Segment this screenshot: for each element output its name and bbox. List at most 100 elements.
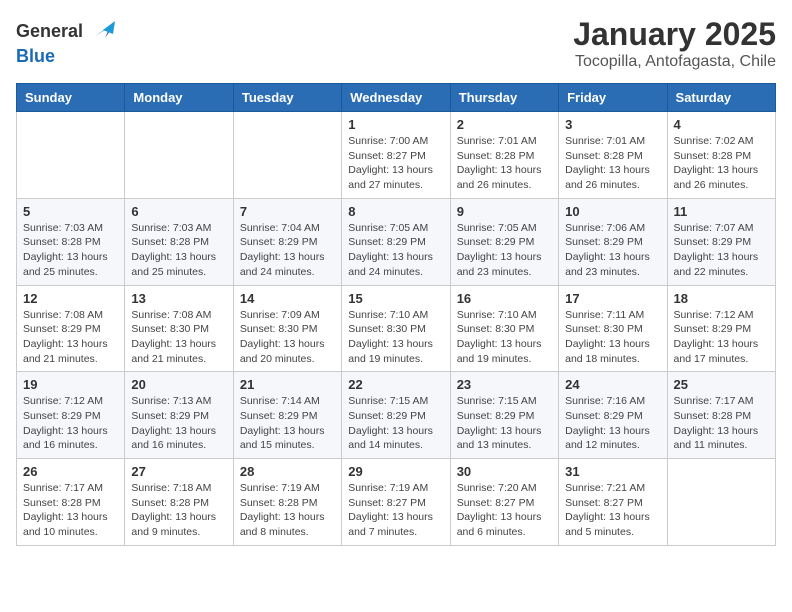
calendar-cell: 11 Sunrise: 7:07 AMSunset: 8:29 PMDayligh… [667, 198, 775, 285]
day-number: 15 [348, 291, 443, 306]
calendar-cell: 25 Sunrise: 7:17 AMSunset: 8:28 PMDayligh… [667, 372, 775, 459]
logo-bird-icon [85, 16, 115, 46]
calendar-cell: 12 Sunrise: 7:08 AMSunset: 8:29 PMDayligh… [17, 285, 125, 372]
day-info: Sunrise: 7:08 AMSunset: 8:29 PMDaylight:… [23, 308, 118, 367]
calendar-day-header: Tuesday [233, 84, 341, 112]
day-number: 23 [457, 377, 552, 392]
calendar-cell [233, 112, 341, 199]
calendar-cell: 24Sunrise: 7:16 AMSunset: 8:29 PMDayligh… [559, 372, 667, 459]
calendar-cell: 29Sunrise: 7:19 AMSunset: 8:27 PMDayligh… [342, 459, 450, 546]
day-number: 19 [23, 377, 118, 392]
day-number: 12 [23, 291, 118, 306]
day-info: Sunrise: 7:21 AMSunset: 8:27 PMDaylight:… [565, 481, 660, 540]
calendar-cell: 30 Sunrise: 7:20 AMSunset: 8:27 PMDayligh… [450, 459, 558, 546]
calendar-cell: 10 Sunrise: 7:06 AMSunset: 8:29 PMDayligh… [559, 198, 667, 285]
day-info: Sunrise: 7:06 AMSunset: 8:29 PMDaylight:… [565, 221, 660, 280]
calendar-cell: 31 Sunrise: 7:21 AMSunset: 8:27 PMDayligh… [559, 459, 667, 546]
day-info: Sunrise: 7:10 AMSunset: 8:30 PMDaylight:… [348, 308, 443, 367]
day-info: Sunrise: 7:16 AMSunset: 8:29 PMDaylight:… [565, 394, 660, 453]
logo: General Blue [16, 16, 115, 67]
calendar-day-header: Saturday [667, 84, 775, 112]
day-info: Sunrise: 7:14 AMSunset: 8:29 PMDaylight:… [240, 394, 335, 453]
day-number: 26 [23, 464, 118, 479]
day-info: Sunrise: 7:05 AMSunset: 8:29 PMDaylight:… [348, 221, 443, 280]
day-number: 11 [674, 204, 769, 219]
day-number: 10 [565, 204, 660, 219]
calendar-cell: 19 Sunrise: 7:12 AMSunset: 8:29 PMDayligh… [17, 372, 125, 459]
day-number: 2 [457, 117, 552, 132]
calendar-cell: 22 Sunrise: 7:15 AMSunset: 8:29 PMDayligh… [342, 372, 450, 459]
day-info: Sunrise: 7:03 AMSunset: 8:28 PMDaylight:… [23, 221, 118, 280]
day-info: Sunrise: 7:17 AMSunset: 8:28 PMDaylight:… [23, 481, 118, 540]
calendar-cell: 8 Sunrise: 7:05 AMSunset: 8:29 PMDaylight… [342, 198, 450, 285]
day-number: 3 [565, 117, 660, 132]
day-info: Sunrise: 7:15 AMSunset: 8:29 PMDaylight:… [348, 394, 443, 453]
calendar-cell: 4 Sunrise: 7:02 AMSunset: 8:28 PMDaylight… [667, 112, 775, 199]
day-number: 7 [240, 204, 335, 219]
page-header: General Blue January 2025 Tocopilla, Ant… [16, 16, 776, 71]
day-number: 6 [131, 204, 226, 219]
day-info: Sunrise: 7:01 AMSunset: 8:28 PMDaylight:… [457, 134, 552, 193]
day-info: Sunrise: 7:18 AMSunset: 8:28 PMDaylight:… [131, 481, 226, 540]
calendar-cell [125, 112, 233, 199]
day-number: 25 [674, 377, 769, 392]
logo-blue-text: Blue [16, 46, 55, 67]
calendar-week-row: 19 Sunrise: 7:12 AMSunset: 8:29 PMDayligh… [17, 372, 776, 459]
day-info: Sunrise: 7:05 AMSunset: 8:29 PMDaylight:… [457, 221, 552, 280]
day-info: Sunrise: 7:04 AMSunset: 8:29 PMDaylight:… [240, 221, 335, 280]
day-info: Sunrise: 7:12 AMSunset: 8:29 PMDaylight:… [674, 308, 769, 367]
calendar-week-row: 5 Sunrise: 7:03 AMSunset: 8:28 PMDaylight… [17, 198, 776, 285]
calendar-cell: 2 Sunrise: 7:01 AMSunset: 8:28 PMDaylight… [450, 112, 558, 199]
calendar-cell: 6 Sunrise: 7:03 AMSunset: 8:28 PMDaylight… [125, 198, 233, 285]
day-info: Sunrise: 7:20 AMSunset: 8:27 PMDaylight:… [457, 481, 552, 540]
day-info: Sunrise: 7:02 AMSunset: 8:28 PMDaylight:… [674, 134, 769, 193]
day-number: 13 [131, 291, 226, 306]
calendar-cell: 20 Sunrise: 7:13 AMSunset: 8:29 PMDayligh… [125, 372, 233, 459]
day-info: Sunrise: 7:17 AMSunset: 8:28 PMDaylight:… [674, 394, 769, 453]
calendar-cell: 3 Sunrise: 7:01 AMSunset: 8:28 PMDaylight… [559, 112, 667, 199]
day-number: 20 [131, 377, 226, 392]
calendar-cell: 23Sunrise: 7:15 AMSunset: 8:29 PMDayligh… [450, 372, 558, 459]
day-info: Sunrise: 7:01 AMSunset: 8:28 PMDaylight:… [565, 134, 660, 193]
title-block: January 2025 Tocopilla, Antofagasta, Chi… [573, 16, 776, 71]
day-info: Sunrise: 7:12 AMSunset: 8:29 PMDaylight:… [23, 394, 118, 453]
calendar-cell: 14 Sunrise: 7:09 AMSunset: 8:30 PMDayligh… [233, 285, 341, 372]
day-info: Sunrise: 7:19 AMSunset: 8:28 PMDaylight:… [240, 481, 335, 540]
day-info: Sunrise: 7:09 AMSunset: 8:30 PMDaylight:… [240, 308, 335, 367]
calendar-cell: 21 Sunrise: 7:14 AMSunset: 8:29 PMDayligh… [233, 372, 341, 459]
calendar-cell: 13 Sunrise: 7:08 AMSunset: 8:30 PMDayligh… [125, 285, 233, 372]
day-info: Sunrise: 7:03 AMSunset: 8:28 PMDaylight:… [131, 221, 226, 280]
calendar-cell: 27 Sunrise: 7:18 AMSunset: 8:28 PMDayligh… [125, 459, 233, 546]
calendar-cell: 16Sunrise: 7:10 AMSunset: 8:30 PMDayligh… [450, 285, 558, 372]
day-number: 18 [674, 291, 769, 306]
day-number: 27 [131, 464, 226, 479]
calendar-cell: 15 Sunrise: 7:10 AMSunset: 8:30 PMDayligh… [342, 285, 450, 372]
day-number: 5 [23, 204, 118, 219]
day-number: 22 [348, 377, 443, 392]
calendar-table: SundayMondayTuesdayWednesdayThursdayFrid… [16, 83, 776, 546]
day-number: 16 [457, 291, 552, 306]
calendar-cell [667, 459, 775, 546]
calendar-header-row: SundayMondayTuesdayWednesdayThursdayFrid… [17, 84, 776, 112]
day-info: Sunrise: 7:11 AMSunset: 8:30 PMDaylight:… [565, 308, 660, 367]
day-info: Sunrise: 7:19 AMSunset: 8:27 PMDaylight:… [348, 481, 443, 540]
day-number: 14 [240, 291, 335, 306]
day-number: 17 [565, 291, 660, 306]
calendar-cell: 17 Sunrise: 7:11 AMSunset: 8:30 PMDayligh… [559, 285, 667, 372]
day-number: 4 [674, 117, 769, 132]
day-info: Sunrise: 7:07 AMSunset: 8:29 PMDaylight:… [674, 221, 769, 280]
day-info: Sunrise: 7:13 AMSunset: 8:29 PMDaylight:… [131, 394, 226, 453]
day-number: 28 [240, 464, 335, 479]
calendar-day-header: Sunday [17, 84, 125, 112]
calendar-week-row: 12 Sunrise: 7:08 AMSunset: 8:29 PMDayligh… [17, 285, 776, 372]
day-info: Sunrise: 7:08 AMSunset: 8:30 PMDaylight:… [131, 308, 226, 367]
calendar-day-header: Thursday [450, 84, 558, 112]
calendar-day-header: Monday [125, 84, 233, 112]
day-number: 1 [348, 117, 443, 132]
day-number: 21 [240, 377, 335, 392]
calendar-week-row: 26 Sunrise: 7:17 AMSunset: 8:28 PMDayligh… [17, 459, 776, 546]
day-number: 30 [457, 464, 552, 479]
day-number: 31 [565, 464, 660, 479]
calendar-cell: 7 Sunrise: 7:04 AMSunset: 8:29 PMDaylight… [233, 198, 341, 285]
day-number: 8 [348, 204, 443, 219]
